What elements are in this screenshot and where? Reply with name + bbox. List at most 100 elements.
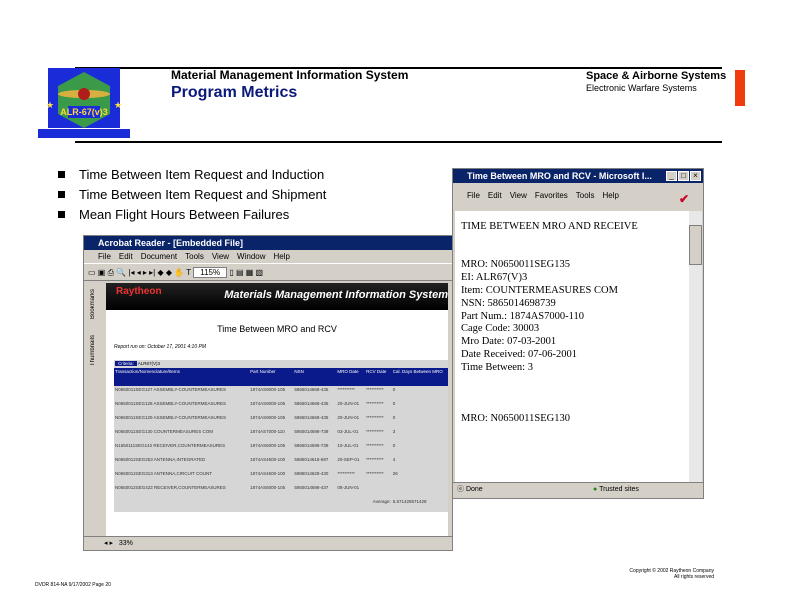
table-cell: 08-JUN-01 — [337, 485, 360, 490]
table-cell: N0650011SEG127 ASSEMBLY-COUNTERMEASURES — [115, 387, 226, 392]
header-bottom-rule — [75, 141, 722, 143]
banner-title: Materials Management Information System — [224, 289, 448, 301]
navigation-pane-tabs: Bookmarks Thumbnails — [86, 283, 104, 536]
acrobat-reader-window: Acrobat Reader - [Embedded File] File Edi… — [83, 235, 453, 551]
report-table: Criteria: ALR67(V)3 Transaction/Nomencla… — [114, 360, 448, 512]
svg-text:★: ★ — [46, 100, 54, 110]
table-row: N0650011SEG130 COUNTERMEASURES COM 1874AS… — [114, 428, 448, 442]
acrobat-title-bar: Acrobat Reader - [Embedded File] — [84, 236, 452, 250]
page-title: Program Metrics — [171, 84, 298, 101]
table-cell: 1874AS6000-105 — [250, 485, 286, 490]
menu-file[interactable]: File — [467, 191, 480, 200]
content-line: Cage Code: 30003 — [461, 323, 540, 335]
report-banner: Raytheon Materials Management Informatio… — [106, 283, 448, 310]
table-row: N1650111SEG142 RECEIVER,COUNTERMEASURES 1… — [114, 442, 448, 456]
division-name: Electronic Warfare Systems — [586, 83, 697, 93]
footer-copyright: Copyright © 2002 Raytheon Company All rig… — [612, 568, 714, 580]
table-cell: ********** — [366, 471, 384, 476]
brand-accent-bar — [735, 70, 745, 106]
menu-help[interactable]: Help — [602, 191, 618, 200]
ie-page-icon: ⓔ — [457, 486, 466, 493]
column-header: Part Number — [249, 368, 294, 386]
content-line: MRO: N0650011SEG130 — [461, 412, 570, 424]
minimize-button[interactable]: _ — [666, 171, 677, 181]
content-line: MRO: N0650011SEG135 — [461, 259, 570, 271]
table-cell: 0 — [392, 387, 396, 392]
acrobat-menu-bar: File Edit Document Tools View Window Help — [84, 250, 452, 263]
filter-label: Criteria: — [115, 361, 137, 366]
table-cell: 1874AS7000-110 — [250, 429, 285, 434]
status-text: Done — [465, 486, 483, 493]
raytheon-logo: Raytheon — [116, 286, 162, 297]
table-cell: 0 — [392, 401, 396, 406]
filter-value: ALR67(V)3 — [137, 361, 161, 366]
table-cell: N0650012SEG253 ANTENNA,INTEGRATED — [115, 457, 206, 462]
table-cell: 0 — [392, 443, 396, 448]
table-cell: 5865014668-435 — [294, 401, 329, 406]
content-line: NSN: 5865014698739 — [461, 297, 556, 309]
menu-window[interactable]: Window — [237, 252, 265, 261]
menu-file[interactable]: File — [98, 252, 111, 261]
page-zoom[interactable]: 33% — [119, 540, 133, 547]
nav-icons[interactable]: |◂ ◂ ▸ ▸| ◆ ◆ — [128, 268, 174, 277]
table-cell: 03-JUL-01 — [337, 429, 359, 434]
trusted-zone: ● Trusted sites — [593, 483, 639, 496]
menu-favorites[interactable]: Favorites — [535, 191, 568, 200]
open-icon[interactable]: ▭ — [88, 268, 98, 277]
menu-view[interactable]: View — [212, 252, 229, 261]
average-value: 5.571428571428 — [392, 499, 427, 504]
vertical-scrollbar[interactable] — [689, 211, 702, 482]
report-title: Time Between MRO and RCV — [217, 324, 337, 334]
content-line: EI: ALR67(V)3 — [461, 272, 528, 284]
table-cell: ********** — [366, 387, 384, 392]
thumbnails-tab[interactable]: Thumbnails — [90, 335, 96, 366]
maximize-button[interactable]: □ — [678, 171, 689, 181]
bullet-item: Time Between Item Request and Shipment — [58, 186, 326, 206]
scrollbar-thumb[interactable] — [689, 225, 702, 265]
print-icon[interactable]: ⎙ — [108, 268, 117, 277]
table-cell: 5865014668-435 — [294, 387, 329, 392]
zone-text: Trusted sites — [599, 486, 639, 493]
menu-edit[interactable]: Edit — [119, 252, 133, 261]
table-cell: 5865014698-437 — [294, 485, 329, 490]
table-cell: 1874AS9000-105 — [250, 401, 286, 406]
menu-view[interactable]: View — [510, 191, 527, 200]
hand-tool-icon[interactable]: ✋ — [174, 268, 186, 277]
table-row: N0650012SEG313 ANTENNA,CIRCUIT COUNT 1874… — [114, 470, 448, 484]
save-icon[interactable]: ▣ — [98, 268, 108, 277]
pdf-page: Raytheon Materials Management Informatio… — [106, 283, 448, 536]
bullet-item: Time Between Item Request and Induction — [58, 166, 326, 186]
table-row: N0650011SEG128 ASSEMBLY-COUNTERMEASURES 1… — [114, 400, 448, 414]
bullet-icon — [58, 171, 65, 178]
column-header: Cal. Days Between MRO — [391, 368, 448, 386]
column-header: Transaction/Nomenclature/Items — [114, 368, 250, 386]
bookmarks-tab[interactable]: Bookmarks — [90, 289, 96, 319]
table-cell: 20-SEP-01 — [337, 457, 360, 462]
zoom-field[interactable]: 115% — [193, 267, 228, 278]
table-cell: ********** — [366, 415, 384, 420]
menu-tools[interactable]: Tools — [185, 252, 204, 261]
rights-text: All rights reserved — [673, 574, 714, 580]
table-cell: N1650111SEG142 RECEIVER,COUNTERMEASURES — [115, 443, 226, 448]
menu-tools[interactable]: Tools — [576, 191, 595, 200]
table-cell: 1874AS4500-100 — [250, 457, 286, 462]
column-header: NSN — [293, 368, 337, 386]
table-cell: 5865014698-739 — [294, 429, 329, 434]
menu-edit[interactable]: Edit — [488, 191, 502, 200]
menu-document[interactable]: Document — [141, 252, 177, 261]
content-line: Item: COUNTERMEASURES COM — [461, 284, 618, 296]
app-title: Material Management Information System — [171, 68, 409, 82]
table-cell: N0650011SEG130 COUNTERMEASURES COM — [115, 429, 213, 434]
menu-help[interactable]: Help — [274, 252, 290, 261]
content-line: Part Num.: 1874AS7000-110 — [461, 310, 584, 322]
table-cell: 1874AS4500-100 — [250, 471, 286, 476]
internet-explorer-window: Time Between MRO and RCV - Microsoft I..… — [452, 168, 704, 499]
company-name: Space & Airborne Systems — [586, 70, 727, 82]
page-view-icons[interactable]: ▯ ▤ ▦ ▧ — [229, 268, 263, 277]
acrobat-status-bar: ◂ ▸ 33% — [84, 536, 452, 550]
close-button[interactable]: × — [690, 171, 701, 181]
table-cell: ********** — [366, 443, 384, 448]
msn-logo-icon: ✔ — [678, 192, 689, 206]
find-icon[interactable]: 🔍 — [116, 268, 128, 277]
bullet-text: Time Between Item Request and Induction — [79, 167, 325, 182]
